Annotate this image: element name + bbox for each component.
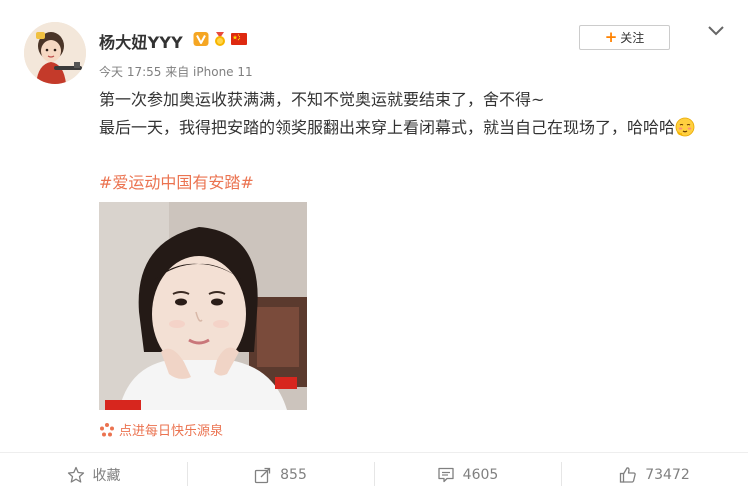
author-name[interactable]: 杨大妞YYY — [99, 29, 183, 53]
verified-v-icon — [193, 32, 209, 46]
comment-count: 4605 — [462, 466, 499, 483]
avatar[interactable] — [24, 22, 86, 84]
post-text-line2-text: 最后一天，我得把安踏的领奖服翻出来穿上看闭幕式，就当自己在现场了，哈哈哈 — [99, 118, 676, 137]
like-button[interactable]: 73472 — [561, 453, 748, 496]
source-link[interactable]: 点进每日快乐源泉 — [99, 420, 223, 439]
hashtag-link[interactable]: #爱运动中国有安踏# — [99, 169, 254, 193]
like-count: 73472 — [645, 466, 690, 483]
action-bar: 收藏 855 4605 73472 — [0, 452, 748, 496]
repost-count: 855 — [280, 466, 307, 483]
source-link-label: 点进每日快乐源泉 — [119, 424, 224, 439]
post-text-line1: 第一次参加奥运收获满满，不知不觉奥运就要结束了，舍不得~ — [99, 90, 545, 109]
post-photo[interactable] — [99, 202, 307, 410]
comment-button[interactable]: 4605 — [374, 453, 561, 496]
post-time[interactable]: 今天 17:55 — [99, 65, 161, 79]
post-source: 来自 iPhone 11 — [165, 65, 253, 79]
follow-button-label: 关注 — [620, 31, 645, 45]
gold-medal-icon — [215, 32, 225, 46]
thumbs-up-icon — [620, 466, 636, 483]
post-text: 第一次参加奥运收获满满，不知不觉奥运就要结束了，舍不得~ 最后一天，我得把安踏的… — [99, 86, 719, 142]
plus-icon: + — [604, 28, 618, 46]
china-flag-icon — [231, 33, 247, 45]
post-meta: 今天 17:55 来自 iPhone 11 — [99, 63, 253, 80]
favorite-label: 收藏 — [92, 467, 121, 484]
star-icon — [67, 466, 84, 483]
follow-button[interactable]: + 关注 — [579, 25, 670, 50]
chevron-down-icon[interactable] — [707, 24, 725, 38]
repost-button[interactable]: 855 — [187, 453, 374, 496]
flower-icon — [100, 422, 114, 436]
author-badges — [193, 31, 247, 47]
shy-face-emoji-icon — [675, 117, 695, 137]
share-icon — [254, 467, 271, 483]
comment-icon — [438, 467, 454, 482]
post-text-line2: 最后一天，我得把安踏的领奖服翻出来穿上看闭幕式，就当自己在现场了，哈哈哈 — [99, 114, 719, 142]
favorite-button[interactable]: 收藏 — [0, 453, 187, 496]
